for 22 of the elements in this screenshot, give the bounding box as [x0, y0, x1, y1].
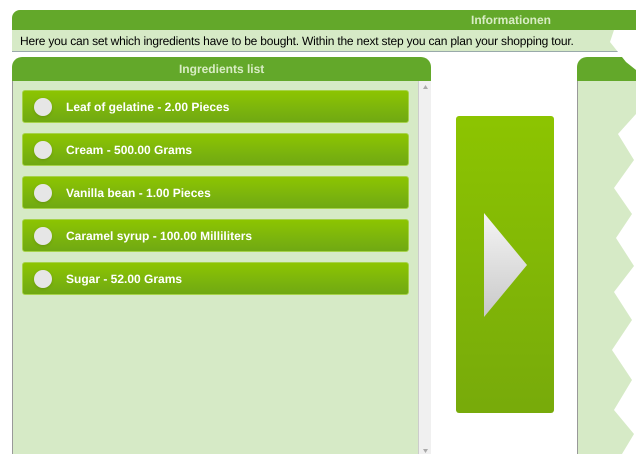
panel-header: Ingredients list — [12, 57, 432, 81]
scroll-up-icon — [422, 85, 428, 89]
radio-button[interactable] — [34, 270, 52, 288]
ingredient-label: Caramel syrup - 100.00 Milliliters — [66, 228, 252, 244]
radio-button[interactable] — [34, 226, 52, 244]
radio-button[interactable] — [34, 140, 52, 158]
arrow-right-icon — [484, 212, 527, 316]
ingredient-label: Leaf of gelatine - 2.00 Pieces — [66, 98, 230, 116]
next-button[interactable] — [456, 116, 554, 413]
radio-button[interactable] — [34, 98, 52, 116]
ingredient-item[interactable]: Sugar - 52.00 Grams — [22, 262, 410, 295]
ingredient-item[interactable]: Caramel syrup - 100.00 Milliliters — [22, 219, 410, 252]
scroll-down-icon — [422, 449, 428, 453]
ingredient-label: Cream - 500.00 Grams — [66, 142, 192, 158]
ingredient-item[interactable]: Cream - 500.00 Grams — [22, 133, 410, 166]
ingredient-label: Vanilla bean - 1.00 Pieces — [66, 184, 211, 202]
radio-button[interactable] — [34, 184, 52, 202]
scrollbar[interactable] — [418, 81, 432, 454]
ingredient-label: Sugar - 52.00 Grams — [66, 270, 182, 288]
ingredient-item[interactable]: Vanilla bean - 1.00 Pieces — [22, 176, 410, 209]
info-title: Informationen — [471, 12, 551, 29]
ingredient-item[interactable]: Leaf of gelatine - 2.00 Pieces — [22, 90, 410, 123]
